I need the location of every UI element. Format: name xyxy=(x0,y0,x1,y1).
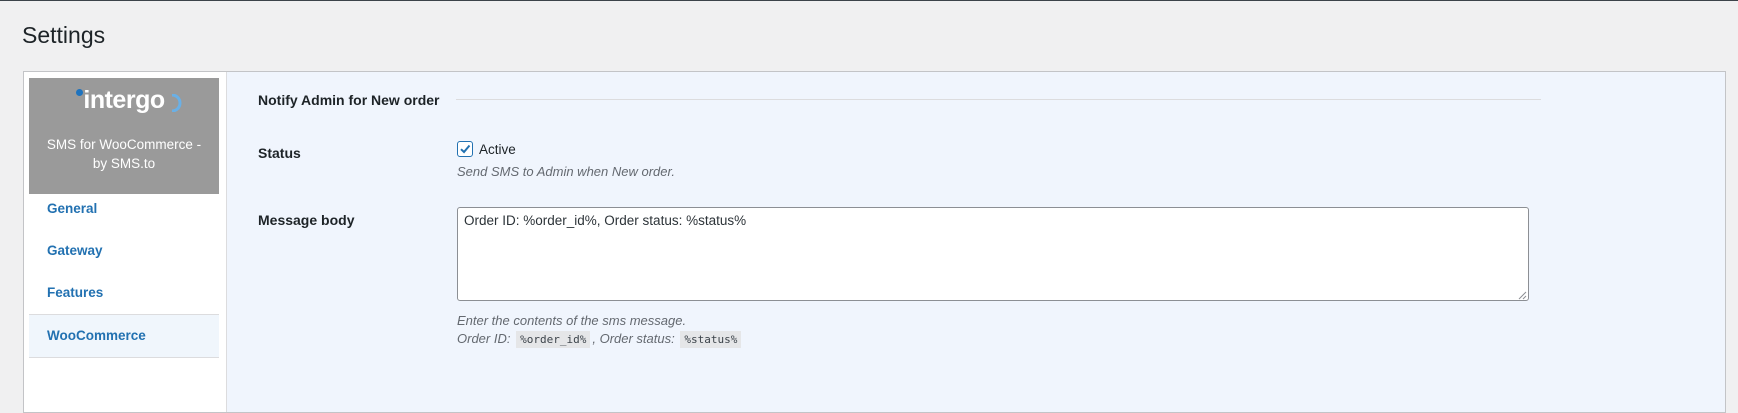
template-variables: Order ID: %order_id%, Order status: %sta… xyxy=(457,331,743,348)
settings-sidebar: intergo SMS for WooCommerce - by SMS.to … xyxy=(24,72,227,412)
status-description: Send SMS to Admin when New order. xyxy=(457,164,675,179)
vars-separator: , xyxy=(592,331,596,346)
sidebar-item-woocommerce[interactable]: WooCommerce xyxy=(29,314,219,358)
status-label: Status xyxy=(258,145,301,161)
admin-bar-edge xyxy=(0,0,1738,1)
sidebar-item-general[interactable]: General xyxy=(29,188,219,230)
message-body-textarea[interactable]: Order ID: %order_id%, Order status: %sta… xyxy=(457,207,1529,301)
sidebar-item-features[interactable]: Features xyxy=(29,272,219,314)
page-title: Settings xyxy=(22,22,106,48)
sidebar-item-gateway[interactable]: Gateway xyxy=(29,230,219,272)
section-divider xyxy=(456,99,1541,100)
active-checkbox-label[interactable]: Active xyxy=(479,142,516,157)
settings-content: Notify Admin for New order Status Active… xyxy=(227,72,1725,412)
active-checkbox[interactable] xyxy=(457,141,473,157)
message-body-label: Message body xyxy=(258,212,355,228)
order-id-var-label: Order ID: xyxy=(457,331,511,346)
resize-grip-icon[interactable] xyxy=(1518,291,1527,300)
logo-text: intergo xyxy=(83,86,165,114)
settings-panel: intergo SMS for WooCommerce - by SMS.to … xyxy=(23,71,1726,413)
order-id-token: %order_id% xyxy=(516,331,591,348)
settings-nav: General Gateway Features WooCommerce xyxy=(24,188,219,358)
logo-arc-icon xyxy=(171,94,182,112)
logo-dot-icon xyxy=(76,89,83,96)
plugin-name: SMS for WooCommerce - by SMS.to xyxy=(46,137,202,171)
message-body-description: Enter the contents of the sms message. xyxy=(457,313,687,328)
status-token: %status% xyxy=(680,331,742,348)
section-title: Notify Admin for New order xyxy=(258,92,440,108)
order-status-var-label: Order status: xyxy=(599,331,675,346)
brand-box: intergo SMS for WooCommerce - by SMS.to xyxy=(29,78,219,194)
checkmark-icon xyxy=(460,144,471,154)
intergo-logo: intergo xyxy=(29,86,219,120)
